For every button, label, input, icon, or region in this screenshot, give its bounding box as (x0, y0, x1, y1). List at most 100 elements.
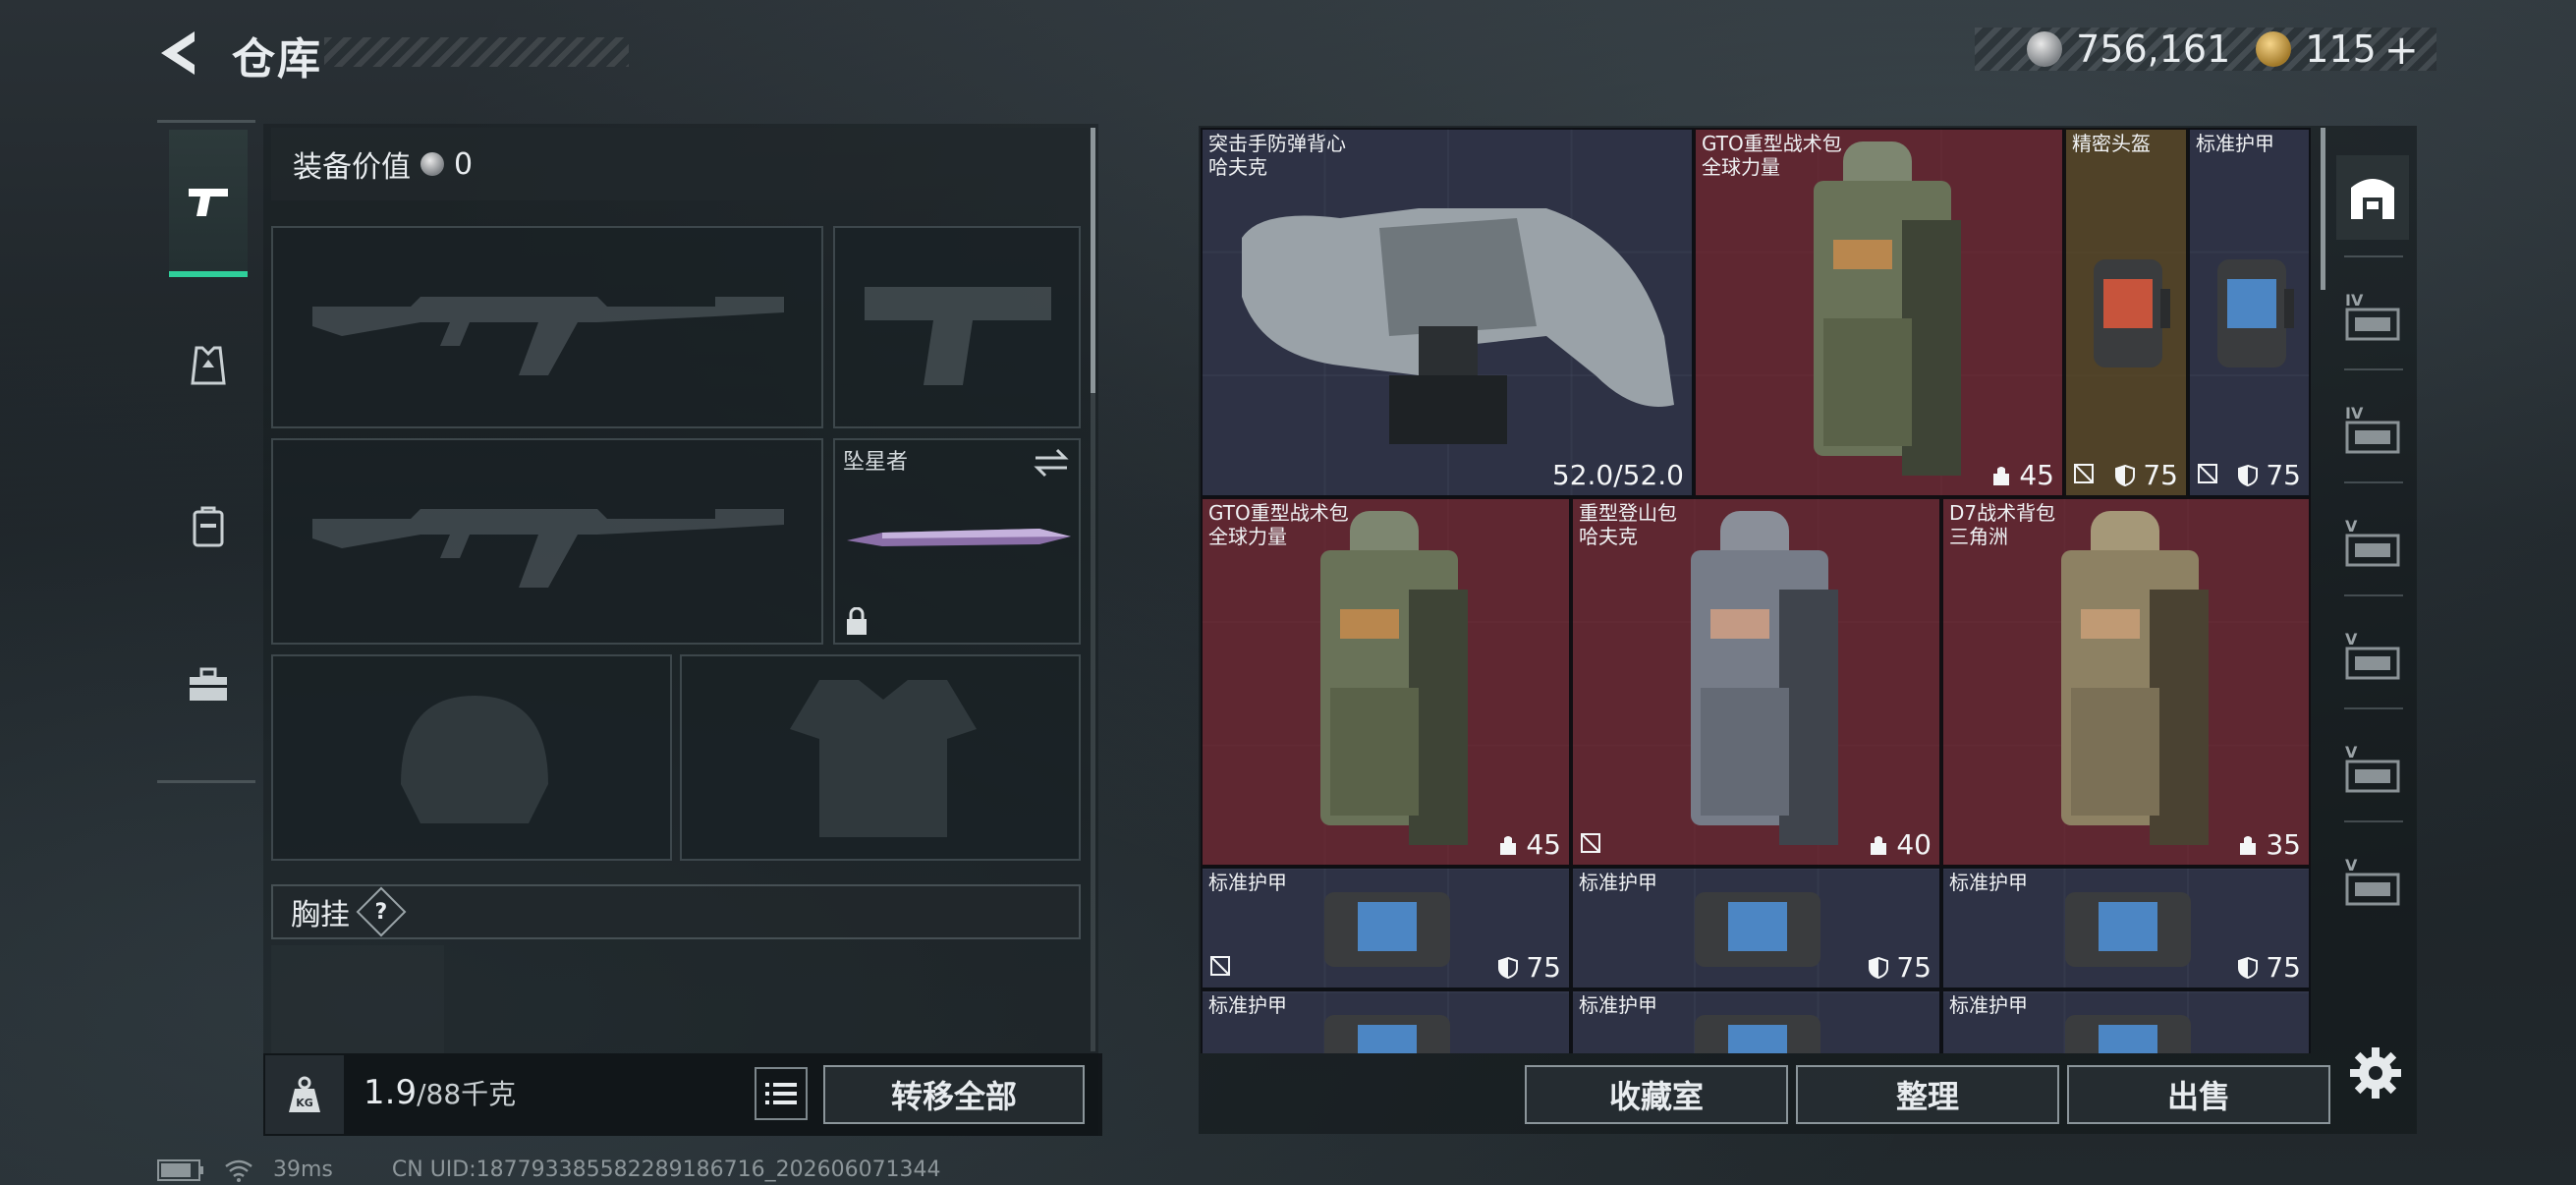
filter-tier[interactable]: V (2336, 501, 2409, 586)
settings-gear-icon[interactable] (2348, 1045, 2403, 1100)
item-name: 重型登山包 哈夫克 (1579, 501, 1677, 548)
stash-item[interactable]: 重型登山包 哈夫克 40 (1571, 497, 1941, 867)
tab-armor[interactable] (169, 292, 248, 439)
stash-scrollbar[interactable] (2321, 128, 2325, 290)
filter-divider (2344, 255, 2403, 257)
bag-capacity-icon (2240, 835, 2257, 855)
backpack-icon (193, 506, 224, 547)
weight-icon: KG (265, 1055, 344, 1134)
toolbox-icon (190, 667, 227, 701)
stash-item[interactable]: 标准护甲 (1201, 989, 1571, 1053)
help-icon[interactable]: ? (356, 886, 407, 937)
backpack-image (1691, 511, 1838, 845)
item-name: 标准护甲 (1949, 871, 2028, 894)
stash-item[interactable]: 标准护甲 (1571, 989, 1941, 1053)
svg-text:IV: IV (2345, 291, 2364, 310)
armor-plate-image (1695, 1015, 1820, 1053)
page-title: 仓库 (232, 34, 322, 85)
item-name: 突击手防弹背心 哈夫克 (1208, 132, 1346, 179)
stash-item[interactable]: GTO重型战术包 全球力量 45 (1201, 497, 1571, 867)
backpack-image (2061, 511, 2209, 845)
item-name: 标准护甲 (1579, 871, 1657, 894)
item-name: 精密头盔 (2072, 132, 2151, 155)
armor-tier-icon: IV (2345, 404, 2400, 454)
armor-plate-image (2094, 259, 2170, 367)
primary-weapon-slot-1[interactable] (271, 226, 823, 428)
tabs-divider (157, 120, 255, 123)
stash-grid[interactable]: 突击手防弹背心 哈夫克 52.0/52.0 GTO重型战术包 全球力量 45 精密头… (1201, 128, 2311, 1053)
stash-item[interactable]: D7战术背包 三角洲 35 (1941, 497, 2311, 867)
filter-tier[interactable]: V (2336, 840, 2409, 925)
filter-divider (2344, 820, 2403, 822)
helmet-silhouette-icon (401, 696, 548, 823)
item-armor-level: 75 (2113, 459, 2178, 491)
silver-currency-amount: 756,161 (2076, 28, 2231, 71)
filter-divider (2344, 368, 2403, 370)
kg-badge: KG (296, 1097, 313, 1109)
item-capacity: 45 (1989, 459, 2054, 491)
collection-room-button[interactable]: 收藏室 (1525, 1065, 1788, 1124)
chest-rig-slot[interactable] (271, 945, 444, 1053)
filter-tier[interactable]: IV (2336, 275, 2409, 360)
filter-stash-all[interactable] (2336, 155, 2409, 240)
help-mark: ? (374, 899, 388, 925)
tab-backpacks[interactable] (169, 454, 248, 601)
stash-filters: IV IV V V V V (2330, 128, 2415, 1071)
weight-readout: 1.9/88千克 (364, 1073, 516, 1112)
equip-value-amount: 0 (454, 146, 474, 182)
body-armor-silhouette-icon (790, 680, 977, 837)
melee-slot[interactable]: 坠星者 (833, 438, 1081, 645)
stash-item[interactable]: 突击手防弹背心 哈夫克 52.0/52.0 (1201, 128, 1694, 497)
sidearm-slot[interactable] (833, 226, 1081, 428)
stash-item[interactable]: 精密头盔 75 (2064, 128, 2188, 497)
pistol-silhouette-icon (865, 287, 1051, 385)
tab-supplies[interactable] (169, 611, 248, 759)
item-capacity: 45 (1496, 828, 1561, 861)
armor-plate-image (1695, 892, 1820, 967)
swap-icon[interactable] (1034, 448, 1069, 478)
silver-coin-icon (2027, 31, 2063, 67)
back-arrow-icon[interactable] (155, 28, 202, 79)
item-name: 标准护甲 (1208, 871, 1287, 894)
melee-name: 坠星者 (843, 450, 909, 475)
stash-item[interactable]: 标准护甲 (1941, 989, 2311, 1053)
add-currency-button[interactable]: + (2384, 26, 2419, 74)
armor-plate-image (2065, 892, 2191, 967)
shield-icon (1869, 956, 1889, 979)
vest-icon (191, 346, 226, 385)
stash-item[interactable]: 标准护甲 75 (2188, 128, 2311, 497)
unsellable-icon (1579, 831, 1602, 859)
item-name: 标准护甲 (2196, 132, 2274, 155)
stash-item[interactable]: 标准护甲 75 (1571, 867, 1941, 989)
armor-plate-image (2065, 1015, 2191, 1053)
armor-tier-icon: V (2345, 517, 2400, 567)
helmet-slot[interactable] (271, 654, 672, 861)
gold-coin-icon (2256, 31, 2292, 67)
item-armor-level: 75 (2236, 459, 2301, 491)
armor-plate-image (2217, 259, 2294, 367)
item-durability: 52.0/52.0 (1551, 459, 1684, 491)
sell-button[interactable]: 出售 (2067, 1065, 2330, 1124)
armor-plate-image (1324, 1015, 1450, 1053)
list-view-button[interactable] (755, 1067, 808, 1120)
stash-item[interactable]: 标准护甲 75 (1201, 867, 1571, 989)
pistol-icon (189, 189, 228, 216)
item-name: GTO重型战术包 全球力量 (1702, 132, 1842, 179)
armor-vest-image (1242, 208, 1674, 444)
body-armor-slot[interactable] (680, 654, 1081, 861)
organize-button[interactable]: 整理 (1796, 1065, 2059, 1124)
filter-tier[interactable]: V (2336, 727, 2409, 812)
equip-value-label: 装备价值 (293, 150, 411, 185)
filter-tier[interactable]: IV (2336, 388, 2409, 473)
stash-item[interactable]: 标准护甲 75 (1941, 867, 2311, 989)
filter-tier[interactable]: V (2336, 614, 2409, 699)
weight-max: /88千克 (417, 1078, 517, 1110)
loadout-scrollbar-thumb[interactable] (1091, 128, 1095, 393)
tab-weapons[interactable] (169, 130, 248, 277)
unsellable-icon (2072, 462, 2096, 489)
stash-item[interactable]: GTO重型战术包 全球力量 45 (1694, 128, 2064, 497)
weight-current: 1.9 (364, 1073, 418, 1112)
primary-weapon-slot-2[interactable] (271, 438, 823, 645)
transfer-all-button[interactable]: 转移全部 (823, 1065, 1085, 1124)
bag-capacity-icon (1871, 835, 1887, 855)
